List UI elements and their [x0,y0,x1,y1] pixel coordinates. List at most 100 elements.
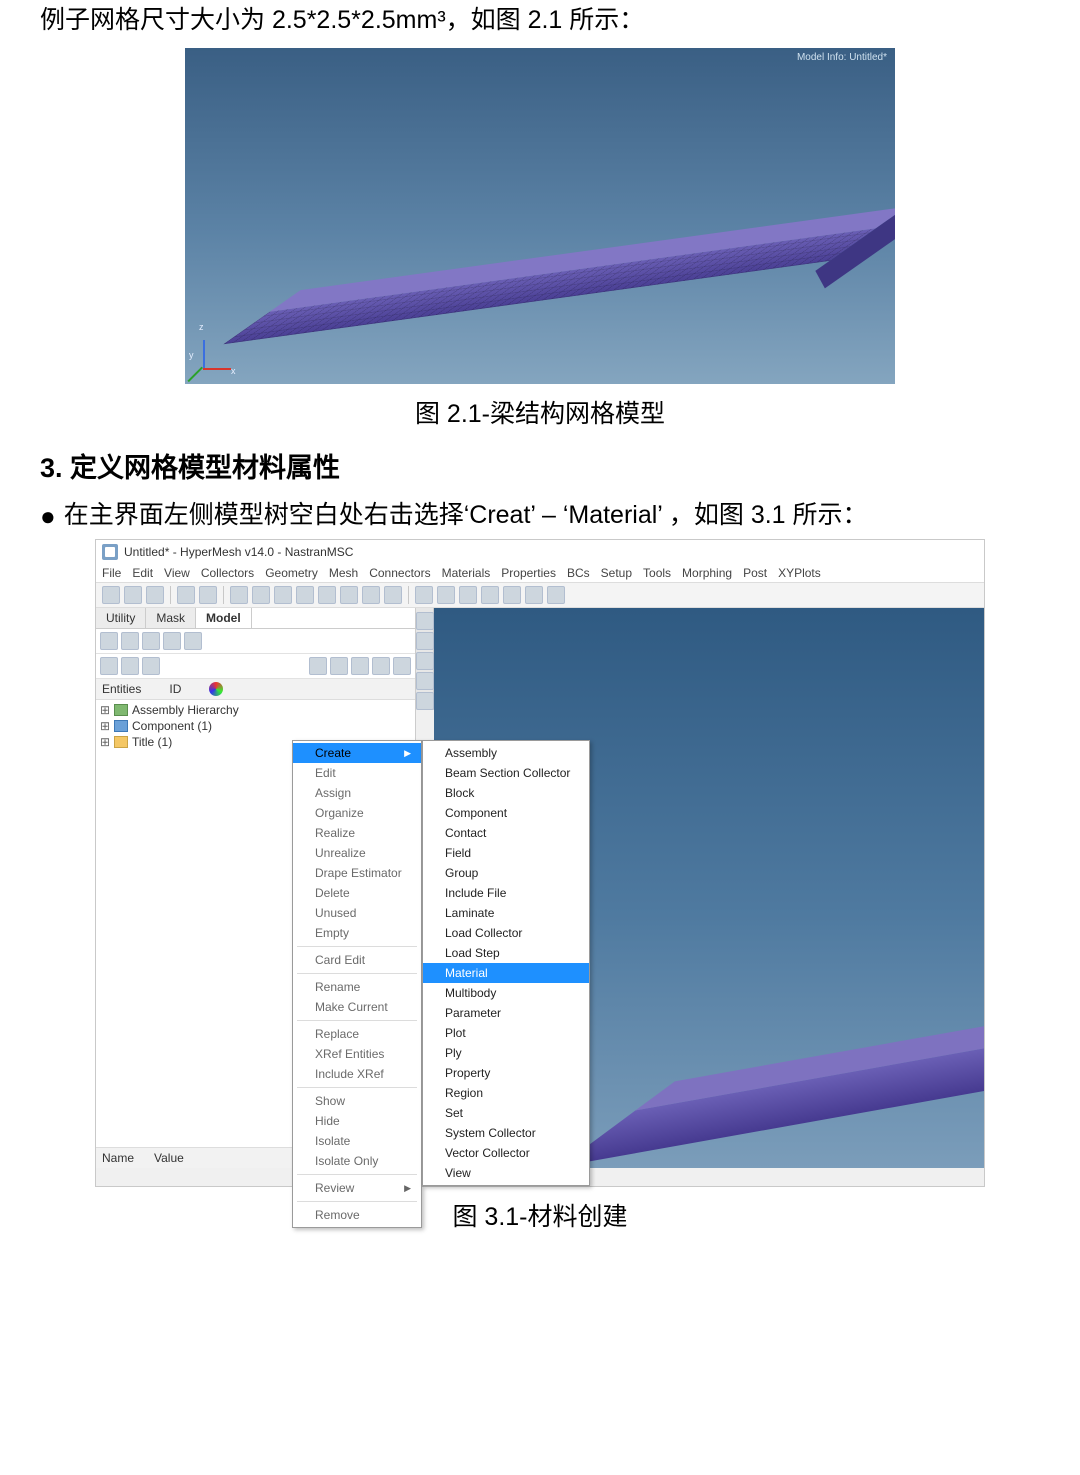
toolbar-icon[interactable] [481,586,499,604]
submenu-item[interactable]: System Collector [423,1123,589,1143]
tree-node-component[interactable]: ⊞Component (1) [100,718,411,734]
toolbar-icon[interactable] [525,586,543,604]
side-toolbar-icon[interactable] [416,652,434,670]
submenu-item[interactable]: Parameter [423,1003,589,1023]
toolbar-icon[interactable] [199,586,217,604]
menu-setup[interactable]: Setup [601,566,632,580]
menu-geometry[interactable]: Geometry [265,566,318,580]
panel-toolbar-icon[interactable] [100,657,118,675]
submenu-item[interactable]: Property [423,1063,589,1083]
context-menu-item[interactable]: Organize [293,803,421,823]
context-menu-item[interactable]: Make Current [293,997,421,1017]
panel-toolbar-icon[interactable] [351,657,369,675]
toolbar-icon[interactable] [437,586,455,604]
toolbar-icon[interactable] [318,586,336,604]
context-menu-item[interactable]: Include XRef [293,1064,421,1084]
toolbar-icon[interactable] [230,586,248,604]
create-submenu[interactable]: AssemblyBeam Section CollectorBlockCompo… [422,740,590,1186]
context-menu-item[interactable]: Isolate [293,1131,421,1151]
context-menu-item[interactable]: Delete [293,883,421,903]
menu-tools[interactable]: Tools [643,566,671,580]
tree-node-assembly[interactable]: ⊞Assembly Hierarchy [100,702,411,718]
menu-mesh[interactable]: Mesh [329,566,358,580]
submenu-item[interactable]: Multibody [423,983,589,1003]
context-menu-item[interactable]: Card Edit [293,950,421,970]
toolbar-icon[interactable] [415,586,433,604]
side-toolbar-icon[interactable] [416,632,434,650]
context-menu-item[interactable]: Review▶ [293,1178,421,1198]
context-menu-item[interactable]: Drape Estimator [293,863,421,883]
submenu-item[interactable]: Vector Collector [423,1143,589,1163]
panel-toolbar-icon[interactable] [142,632,160,650]
submenu-item[interactable]: Assembly [423,743,589,763]
toolbar-icon[interactable] [296,586,314,604]
menu-edit[interactable]: Edit [132,566,153,580]
tab-model[interactable]: Model [196,608,252,628]
toolbar-icon[interactable] [459,586,477,604]
menu-xyplots[interactable]: XYPlots [778,566,821,580]
context-menu-item[interactable]: Isolate Only [293,1151,421,1171]
submenu-item[interactable]: Load Step [423,943,589,963]
context-menu-item[interactable]: Empty [293,923,421,943]
menu-morphing[interactable]: Morphing [682,566,732,580]
toolbar-icon[interactable] [102,586,120,604]
context-menu-item[interactable]: Realize [293,823,421,843]
menu-collectors[interactable]: Collectors [201,566,254,580]
context-menu-item[interactable]: Unrealize [293,843,421,863]
panel-toolbar-icon[interactable] [142,657,160,675]
panel-toolbar-icon[interactable] [330,657,348,675]
menu-bcs[interactable]: BCs [567,566,590,580]
submenu-item[interactable]: Plot [423,1023,589,1043]
panel-toolbar-icon[interactable] [372,657,390,675]
panel-toolbar-icon[interactable] [121,657,139,675]
context-menu[interactable]: Create▶EditAssignOrganizeRealizeUnrealiz… [292,740,422,1228]
context-menu-item[interactable]: Rename [293,977,421,997]
toolbar-icon[interactable] [177,586,195,604]
context-menu-item[interactable]: Assign [293,783,421,803]
menu-properties[interactable]: Properties [501,566,556,580]
submenu-item[interactable]: Field [423,843,589,863]
side-toolbar-icon[interactable] [416,672,434,690]
submenu-item[interactable]: Load Collector [423,923,589,943]
toolbar-icon[interactable] [362,586,380,604]
toolbar-icon[interactable] [384,586,402,604]
menu-materials[interactable]: Materials [442,566,491,580]
submenu-item[interactable]: Contact [423,823,589,843]
submenu-item[interactable]: Ply [423,1043,589,1063]
context-menu-item[interactable]: Create▶ [293,743,421,763]
submenu-item[interactable]: Block [423,783,589,803]
submenu-item[interactable]: Region [423,1083,589,1103]
context-menu-item[interactable]: Unused [293,903,421,923]
panel-toolbar-icon[interactable] [100,632,118,650]
submenu-item[interactable]: Include File [423,883,589,903]
toolbar-icon[interactable] [503,586,521,604]
toolbar-icon[interactable] [547,586,565,604]
submenu-item[interactable]: View [423,1163,589,1183]
toolbar-icon[interactable] [124,586,142,604]
panel-toolbar-icon[interactable] [393,657,411,675]
submenu-item[interactable]: Set [423,1103,589,1123]
menu-file[interactable]: File [102,566,121,580]
menu-connectors[interactable]: Connectors [369,566,430,580]
toolbar-icon[interactable] [340,586,358,604]
toolbar-icon[interactable] [252,586,270,604]
submenu-item[interactable]: Material [423,963,589,983]
context-menu-item[interactable]: Edit [293,763,421,783]
panel-toolbar-icon[interactable] [184,632,202,650]
submenu-item[interactable]: Beam Section Collector [423,763,589,783]
tab-mask[interactable]: Mask [146,608,196,628]
toolbar-icon[interactable] [146,586,164,604]
tab-utility[interactable]: Utility [96,608,146,628]
side-toolbar-icon[interactable] [416,612,434,630]
submenu-item[interactable]: Laminate [423,903,589,923]
context-menu-item[interactable]: Replace [293,1024,421,1044]
context-menu-item[interactable]: Remove [293,1205,421,1225]
context-menu-item[interactable]: Show [293,1091,421,1111]
menu-post[interactable]: Post [743,566,767,580]
context-menu-item[interactable]: Hide [293,1111,421,1131]
side-toolbar-icon[interactable] [416,692,434,710]
toolbar-icon[interactable] [274,586,292,604]
panel-toolbar-icon[interactable] [309,657,327,675]
panel-toolbar-icon[interactable] [121,632,139,650]
context-menu-item[interactable]: XRef Entities [293,1044,421,1064]
